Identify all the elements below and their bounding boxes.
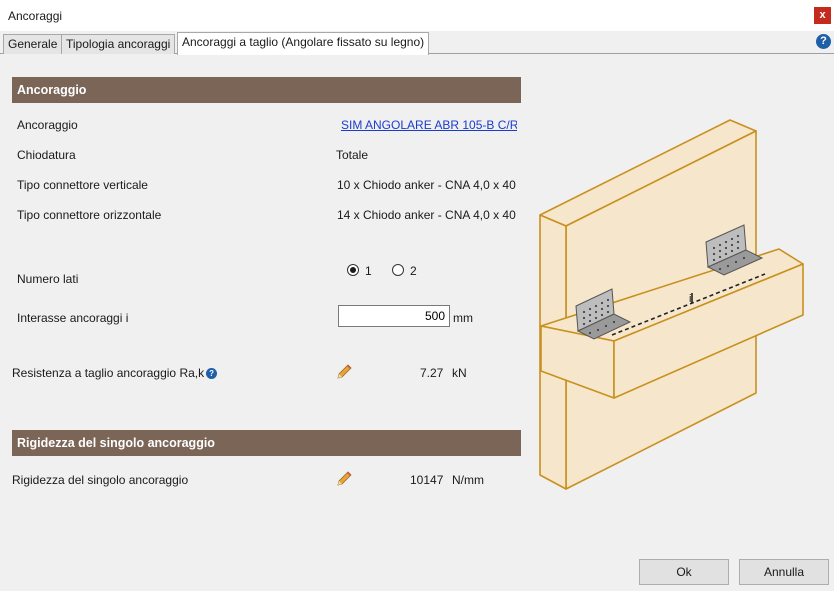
- stiffness-label: Rigidezza del singolo ancoraggio: [12, 473, 189, 487]
- resistance-label: Resistenza a taglio ancoraggio Ra,k: [12, 366, 205, 380]
- title-bar: Ancoraggi x: [0, 0, 834, 31]
- resistance-value: 7.27: [420, 366, 444, 380]
- vertical-connector-label: Tipo connettore verticale: [17, 178, 148, 192]
- edit-pencil-icon[interactable]: [335, 363, 353, 381]
- resistance-unit: kN: [452, 366, 467, 380]
- section-header-anchor: Ancoraggio: [12, 77, 521, 103]
- window-title: Ancoraggi: [8, 9, 63, 23]
- sides-option-2-label: 2: [410, 264, 417, 278]
- stiffness-value: 10147: [410, 473, 444, 487]
- sides-label: Numero lati: [17, 272, 79, 286]
- vertical-connector-value: 10 x Chiodo anker - CNA 4,0 x 40: [337, 178, 516, 192]
- sides-option-1-label: 1: [365, 264, 372, 278]
- tab-tipologia-ancoraggi[interactable]: Tipologia ancoraggi: [61, 34, 176, 54]
- cancel-button[interactable]: Annulla: [739, 559, 829, 585]
- edit-pencil-icon-stiffness[interactable]: [335, 470, 353, 488]
- nailing-value: Totale: [336, 148, 369, 162]
- anchor-diagram: i: [539, 119, 804, 490]
- horizontal-connector-label: Tipo connettore orizzontale: [17, 208, 162, 222]
- sides-radio-2[interactable]: [392, 264, 404, 276]
- tab-ancoraggi-a-taglio[interactable]: Ancoraggi a taglio (Angolare fissato su …: [177, 32, 430, 55]
- tab-generale[interactable]: Generale: [3, 34, 63, 54]
- dimension-label: i: [689, 293, 691, 305]
- horizontal-connector-value: 14 x Chiodo anker - CNA 4,0 x 40: [337, 208, 516, 222]
- anchor-link[interactable]: SIM ANGOLARE ABR 105-B C/RI: [341, 118, 517, 132]
- nailing-label: Chiodatura: [17, 148, 76, 162]
- anchor-label: Ancoraggio: [17, 118, 78, 132]
- ok-button[interactable]: Ok: [639, 559, 729, 585]
- help-icon[interactable]: ?: [816, 34, 831, 49]
- question-icon[interactable]: ?: [206, 368, 218, 379]
- close-icon[interactable]: x: [814, 7, 831, 24]
- stiffness-unit: N/mm: [452, 473, 484, 487]
- section-header-stiffness: Rigidezza del singolo ancoraggio: [12, 430, 521, 456]
- spacing-label: Interasse ancoraggi i: [17, 311, 129, 325]
- spacing-input[interactable]: [338, 305, 450, 327]
- tab-bar: Generale Tipologia ancoraggi Ancoraggi a…: [0, 31, 834, 55]
- resistance-label-wrap: Resistenza a taglio ancoraggio Ra,k?: [12, 366, 218, 380]
- tab-content: Ancoraggio Ancoraggio SIM ANGOLARE ABR 1…: [0, 55, 834, 591]
- spacing-unit: mm: [453, 311, 473, 325]
- sides-radio-1[interactable]: [347, 264, 359, 276]
